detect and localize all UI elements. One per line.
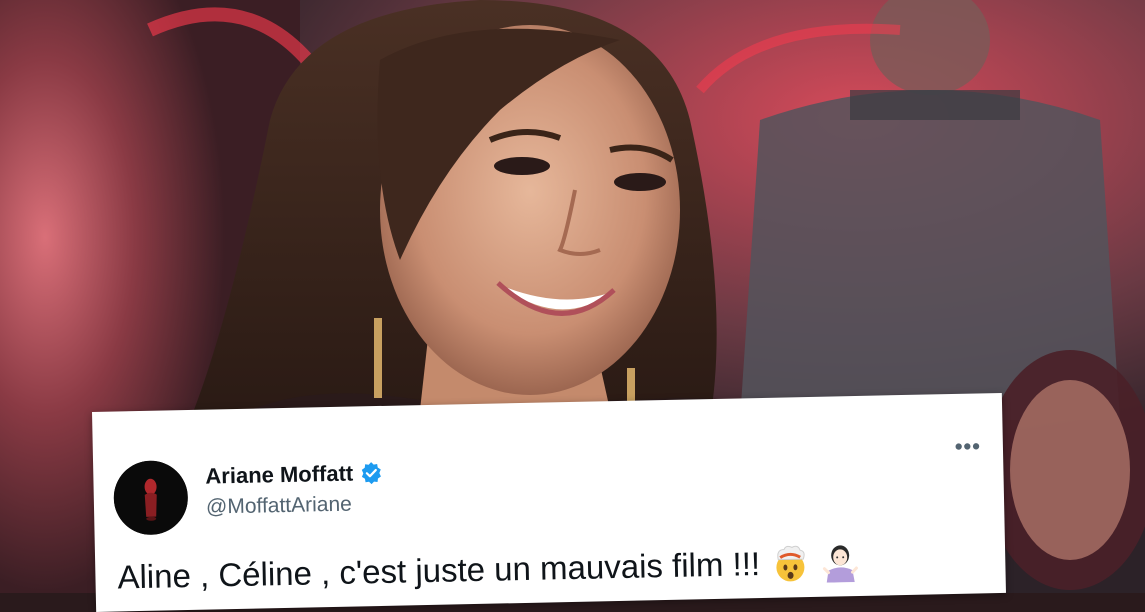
display-name[interactable]: Ariane Moffatt [205,460,383,490]
tweet-card[interactable]: Ariane Moffatt @MoffattAriane ••• Aline … [92,392,1006,612]
exploding-head-emoji [770,543,811,584]
verified-badge-icon [359,461,383,485]
display-name-text[interactable]: Ariane Moffatt [205,461,353,490]
user-handle[interactable]: @MoffattAriane [206,493,352,520]
tweet-text: Aline , Céline , c'est juste un mauvais … [117,542,860,598]
more-options-icon[interactable]: ••• [955,433,982,459]
tweet-body: Aline , Céline , c'est juste un mauvais … [117,545,761,596]
avatar[interactable] [113,460,189,536]
person-shrugging-emoji [820,542,861,583]
